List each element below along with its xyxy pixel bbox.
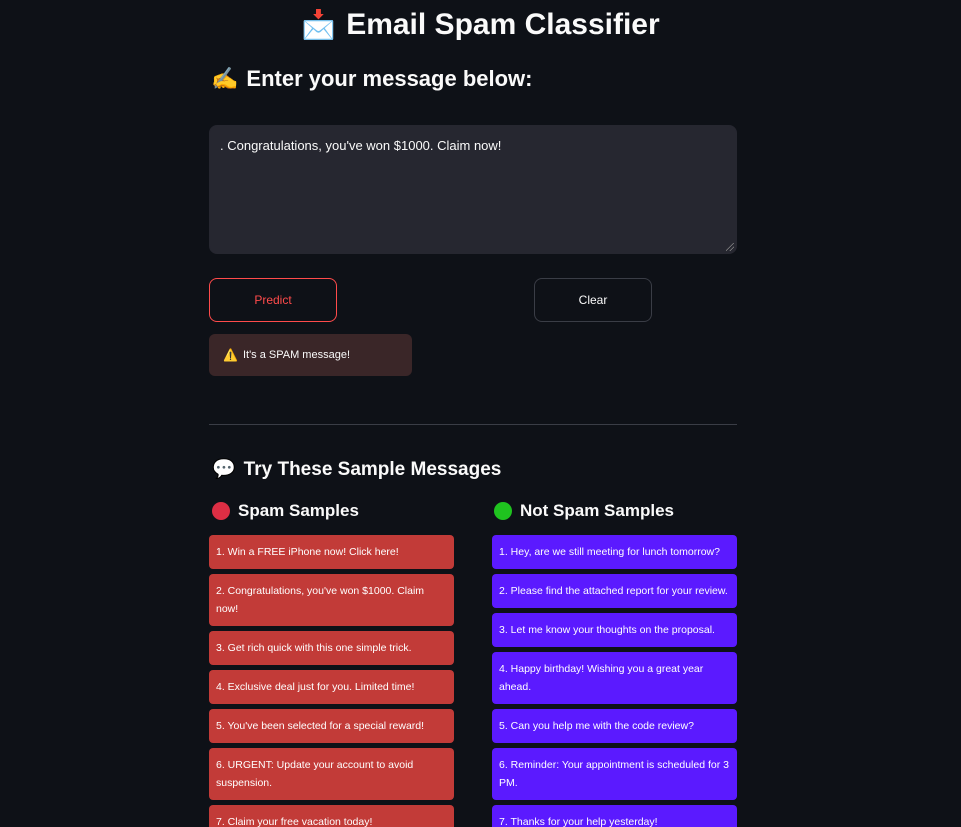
spam-samples-label: Spam Samples — [238, 501, 359, 520]
input-label: Enter your message below: — [246, 66, 533, 91]
spam-sample-button[interactable]: 1. Win a FREE iPhone now! Click here! — [209, 535, 454, 569]
clear-button[interactable]: Clear — [534, 278, 652, 322]
not-spam-sample-button[interactable]: 5. Can you help me with the code review? — [492, 709, 737, 743]
result-alert: ⚠️ It's a SPAM message! — [209, 334, 412, 376]
spam-samples-list: 1. Win a FREE iPhone now! Click here! 2.… — [209, 535, 454, 827]
spam-sample-button[interactable]: 4. Exclusive deal just for you. Limited … — [209, 670, 454, 704]
not-spam-samples-label: Not Spam Samples — [520, 501, 674, 520]
result-text: It's a SPAM message! — [242, 349, 350, 361]
predict-button[interactable]: Predict — [209, 278, 337, 322]
spam-sample-button[interactable]: 6. URGENT: Update your account to avoid … — [209, 748, 454, 800]
spam-samples-header: Spam Samples — [212, 498, 359, 524]
not-spam-sample-button[interactable]: 1. Hey, are we still meeting for lunch t… — [492, 535, 737, 569]
warning-icon: ⚠️ — [223, 348, 238, 362]
spam-sample-button[interactable]: 7. Claim your free vacation today! — [209, 805, 454, 827]
not-spam-sample-button[interactable]: 3. Let me know your thoughts on the prop… — [492, 613, 737, 647]
not-spam-sample-button[interactable]: 7. Thanks for your help yesterday! — [492, 805, 737, 827]
page-title-text: Email Spam Classifier — [346, 8, 660, 41]
writing-hand-icon: ✍️ — [211, 66, 239, 91]
input-subheader: ✍️ Enter your message below: — [211, 62, 533, 96]
message-input-value: . Congratulations, you've won $1000. Cla… — [220, 138, 502, 153]
samples-title: 💬 Try These Sample Messages — [212, 456, 501, 484]
speech-bubble-icon: 💬 — [212, 459, 236, 480]
spam-sample-button[interactable]: 5. You've been selected for a special re… — [209, 709, 454, 743]
green-circle-icon — [494, 502, 512, 520]
spam-sample-button[interactable]: 3. Get rich quick with this one simple t… — [209, 631, 454, 665]
not-spam-samples-header: Not Spam Samples — [494, 498, 674, 524]
not-spam-sample-button[interactable]: 4. Happy birthday! Wishing you a great y… — [492, 652, 737, 704]
not-spam-sample-button[interactable]: 2. Please find the attached report for y… — [492, 574, 737, 608]
divider — [209, 424, 737, 425]
red-circle-icon — [212, 502, 230, 520]
resize-handle-icon[interactable] — [726, 243, 734, 251]
spam-sample-button[interactable]: 2. Congratulations, you've won $1000. Cl… — [209, 574, 454, 626]
app-root: 📩 Email Spam Classifier ✍️ Enter your mess… — [0, 0, 961, 827]
not-spam-sample-button[interactable]: 6. Reminder: Your appointment is schedul… — [492, 748, 737, 800]
message-input[interactable]: . Congratulations, you've won $1000. Cla… — [209, 125, 737, 254]
envelope-icon: 📩 — [301, 9, 337, 40]
samples-title-text: Try These Sample Messages — [243, 459, 502, 480]
page-title: 📩 Email Spam Classifier — [0, 4, 961, 46]
not-spam-samples-list: 1. Hey, are we still meeting for lunch t… — [492, 535, 737, 827]
